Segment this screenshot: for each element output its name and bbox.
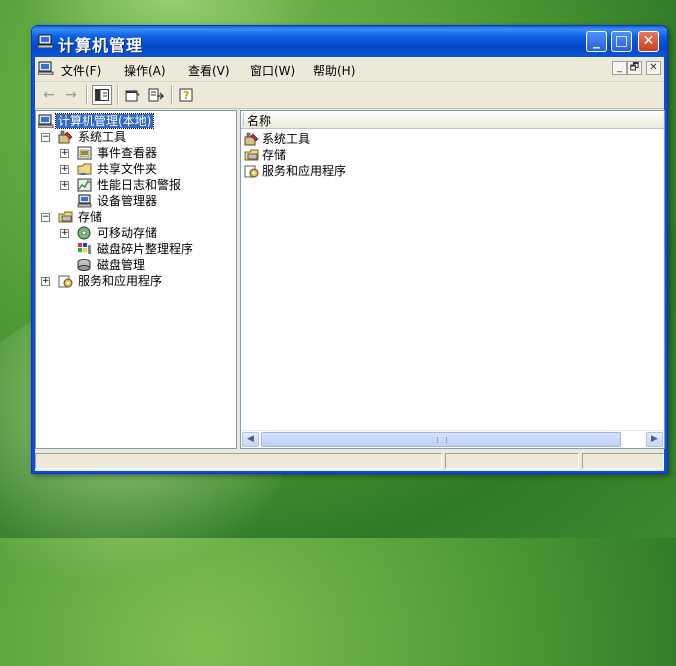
close-button[interactable]: ✕ bbox=[638, 31, 659, 52]
event-viewer-icon bbox=[77, 146, 92, 160]
list-item[interactable]: 服务和应用程序 bbox=[244, 163, 346, 179]
menu-file[interactable]: 文件(F) bbox=[61, 62, 101, 79]
tree-node-label: 共享文件夹 bbox=[97, 162, 158, 176]
storage-icon bbox=[58, 211, 73, 223]
tree-node[interactable]: 事件查看器 bbox=[77, 145, 159, 161]
list-item-label: 存储 bbox=[262, 148, 287, 162]
tree-node-label: 磁盘管理 bbox=[97, 258, 146, 272]
services-icon bbox=[244, 165, 259, 178]
device-manager-icon bbox=[77, 194, 92, 208]
menu-view[interactable]: 查看(V) bbox=[188, 62, 230, 79]
properties-icon[interactable] bbox=[123, 85, 143, 105]
collapse-icon[interactable]: − bbox=[41, 213, 50, 222]
removable-storage-icon bbox=[77, 226, 91, 240]
tree-node-label: 服务和应用程序 bbox=[78, 274, 163, 288]
menu-window[interactable]: 窗口(W) bbox=[250, 62, 295, 79]
expand-icon[interactable]: + bbox=[41, 277, 50, 286]
tree-node-label: 存储 bbox=[78, 210, 103, 224]
menu-bar: 文件(F) 操作(A) 查看(V) 窗口(W) 帮助(H) _ 🗗 ✕ bbox=[35, 57, 664, 82]
tree-node-root[interactable]: 计算机管理(本地) bbox=[38, 113, 155, 129]
tree-node-label: 磁盘碎片整理程序 bbox=[97, 242, 194, 256]
tree-node[interactable]: 可移动存储 bbox=[77, 225, 159, 241]
expand-icon[interactable]: + bbox=[60, 181, 69, 190]
scroll-thumb[interactable] bbox=[261, 432, 621, 447]
tools-icon bbox=[58, 130, 73, 144]
tree-node-label: 可移动存储 bbox=[97, 226, 158, 240]
console-tree[interactable]: 计算机管理(本地) − 系统工具 + 事件查看器 + 共享文件夹 + 性能日志和警报 设备管理器… bbox=[35, 110, 237, 449]
toolbar-separator bbox=[171, 85, 173, 105]
status-cell-3 bbox=[582, 453, 664, 469]
back-arrow-icon[interactable]: ← bbox=[39, 85, 59, 105]
column-separator bbox=[243, 113, 244, 126]
menu-action[interactable]: 操作(A) bbox=[124, 62, 166, 79]
list-item[interactable]: 系统工具 bbox=[244, 131, 310, 147]
window-title: 计算机管理 bbox=[58, 36, 144, 55]
child-minimize-button[interactable]: _ bbox=[612, 61, 627, 75]
computer-management-icon bbox=[38, 114, 54, 128]
scroll-left-button[interactable]: ◀ bbox=[242, 432, 259, 447]
maximize-button[interactable]: □ bbox=[611, 31, 632, 52]
tree-node[interactable]: 磁盘碎片整理程序 bbox=[77, 241, 195, 257]
tree-node-label: 设备管理器 bbox=[97, 194, 158, 208]
scroll-grip bbox=[437, 437, 447, 443]
storage-icon bbox=[244, 149, 259, 161]
tree-node[interactable]: 系统工具 bbox=[58, 129, 128, 145]
defrag-icon bbox=[78, 243, 91, 254]
collapse-icon[interactable]: − bbox=[41, 133, 50, 142]
tools-icon bbox=[244, 132, 259, 146]
scroll-right-button[interactable]: ▶ bbox=[646, 432, 663, 447]
child-restore-button[interactable]: 🗗 bbox=[627, 61, 642, 75]
svg-text:?: ? bbox=[183, 89, 189, 102]
horizontal-scrollbar[interactable]: ◀ ▶ bbox=[241, 430, 664, 448]
performance-icon bbox=[77, 178, 92, 192]
computer-management-icon bbox=[38, 34, 54, 48]
console-icon[interactable] bbox=[38, 61, 54, 75]
details-pane[interactable]: 名称 系统工具 存储 服务和应用程序 ◀ ▶ bbox=[240, 110, 665, 449]
list-item[interactable]: 存储 bbox=[244, 147, 286, 163]
tree-node[interactable]: 设备管理器 bbox=[77, 193, 159, 209]
tree-node[interactable]: 服务和应用程序 bbox=[58, 273, 164, 289]
status-cell-main bbox=[35, 453, 442, 469]
title-bar[interactable]: 计算机管理 _ □ ✕ bbox=[32, 26, 667, 57]
tree-node[interactable]: 共享文件夹 bbox=[77, 161, 159, 177]
column-header-name[interactable]: 名称 bbox=[241, 111, 664, 129]
forward-arrow-icon[interactable]: → bbox=[61, 85, 81, 105]
disk-management-icon bbox=[77, 259, 91, 271]
minimize-button[interactable]: _ bbox=[586, 31, 607, 52]
services-icon bbox=[58, 275, 73, 288]
console-tree-icon[interactable] bbox=[92, 85, 112, 105]
tree-node-label: 系统工具 bbox=[78, 130, 127, 144]
tree-node-label: 事件查看器 bbox=[97, 146, 158, 160]
tree-node[interactable]: 磁盘管理 bbox=[77, 257, 147, 273]
menu-help[interactable]: 帮助(H) bbox=[313, 62, 355, 79]
expand-icon[interactable]: + bbox=[60, 229, 69, 238]
tree-node-root-label: 计算机管理(本地) bbox=[54, 113, 155, 129]
list-item-label: 服务和应用程序 bbox=[262, 164, 347, 178]
shared-folder-icon bbox=[77, 163, 92, 175]
tree-node[interactable]: 性能日志和警报 bbox=[77, 177, 183, 193]
status-cell-2 bbox=[445, 453, 579, 469]
help-icon[interactable]: ? bbox=[177, 85, 197, 105]
tree-node-label: 性能日志和警报 bbox=[97, 178, 182, 192]
status-bar bbox=[35, 451, 664, 471]
expand-icon[interactable]: + bbox=[60, 149, 69, 158]
child-close-button[interactable]: ✕ bbox=[646, 61, 661, 75]
toolbar: ← → ? bbox=[35, 82, 664, 109]
export-list-icon[interactable] bbox=[146, 85, 166, 105]
toolbar-separator bbox=[117, 85, 119, 105]
list-item-label: 系统工具 bbox=[262, 132, 311, 146]
expand-icon[interactable]: + bbox=[60, 165, 69, 174]
computer-management-window: 计算机管理 _ □ ✕ 文件(F) 操作(A) 查看(V) 窗口(W) 帮助(H… bbox=[31, 25, 668, 474]
tree-node[interactable]: 存储 bbox=[58, 209, 104, 225]
column-header-label: 名称 bbox=[247, 114, 272, 128]
toolbar-separator bbox=[86, 85, 88, 105]
